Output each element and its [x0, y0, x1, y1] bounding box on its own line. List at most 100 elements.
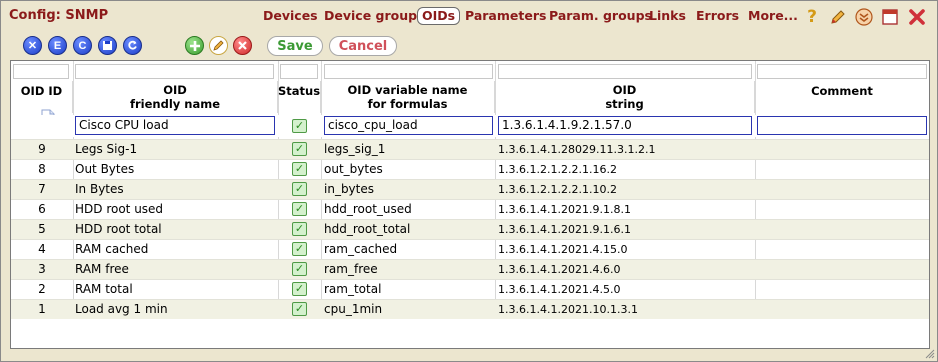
cell-oid-id: 1	[38, 302, 46, 316]
cell-friendly-name: HDD root used	[75, 202, 164, 216]
status-checkbox[interactable]: ✓	[292, 262, 307, 276]
cell-oid-string: 1.3.6.1.4.1.2021.9.1.6.1	[498, 223, 631, 236]
status-checkbox[interactable]: ✓	[292, 222, 307, 236]
cell-friendly-name: RAM total	[75, 282, 133, 296]
cell-oid-string: 1.3.6.1.2.1.2.2.1.16.2	[498, 163, 617, 176]
table-row[interactable]: 9 Legs Sig-1 ✓ legs_sig_1 1.3.6.1.4.1.28…	[11, 139, 929, 159]
header-comment[interactable]: Comment	[755, 81, 929, 113]
cell-friendly-name: RAM cached	[75, 242, 149, 256]
cell-variable-name: in_bytes	[324, 182, 374, 196]
variable-name-input[interactable]: cisco_cpu_load	[324, 116, 493, 135]
cell-oid-id: 5	[38, 222, 46, 236]
status-checkbox[interactable]: ✓	[292, 142, 307, 156]
cell-oid-string: 1.3.6.1.4.1.2021.9.1.8.1	[498, 203, 631, 216]
filter-status[interactable]	[280, 64, 318, 79]
table-row[interactable]: 6 HDD root used ✓ hdd_root_used 1.3.6.1.…	[11, 199, 929, 219]
refresh-button[interactable]	[123, 36, 142, 55]
status-checkbox[interactable]: ✓	[292, 162, 307, 176]
header-friendly-line1: OID	[163, 83, 187, 97]
cell-oid-id: 6	[38, 202, 46, 216]
cell-variable-name: ram_free	[324, 262, 378, 276]
header-friendly-line2: friendly name	[129, 97, 220, 111]
cell-friendly-name: RAM free	[75, 262, 129, 276]
status-checkbox[interactable]: ✓	[292, 242, 307, 256]
nav-parameters[interactable]: Parameters	[465, 8, 546, 24]
cell-friendly-name: Load avg 1 min	[75, 302, 168, 316]
table-row[interactable]: 3 RAM free ✓ ram_free 1.3.6.1.4.1.2021.4…	[11, 259, 929, 279]
maximize-icon[interactable]	[880, 7, 900, 27]
nav-devices[interactable]: Devices	[263, 8, 318, 24]
close-icon[interactable]	[907, 7, 927, 27]
header-string-line1: OID	[612, 83, 637, 97]
nav-errors[interactable]: Errors	[696, 8, 739, 24]
window-title: Config: SNMP	[9, 8, 109, 23]
collapse-icon[interactable]	[854, 7, 874, 27]
cell-friendly-name: HDD root total	[75, 222, 162, 236]
nav-oids[interactable]: OIDs	[417, 7, 461, 25]
cancel-button[interactable]: Cancel	[329, 36, 397, 56]
table-row[interactable]: 2 RAM total ✓ ram_total 1.3.6.1.4.1.2021…	[11, 279, 929, 299]
table-row[interactable]: 8 Out Bytes ✓ out_bytes 1.3.6.1.2.1.2.2.…	[11, 159, 929, 179]
help-icon[interactable]: ?	[802, 7, 822, 27]
table-row[interactable]: 1 Load avg 1 min ✓ cpu_1min 1.3.6.1.4.1.…	[11, 299, 929, 319]
filter-comment[interactable]	[757, 64, 927, 79]
pencil-icon	[213, 40, 224, 51]
expand-button[interactable]: E	[48, 36, 67, 55]
title-bar: Config: SNMP Devices Device groups OIDs …	[1, 1, 937, 31]
header-variable-name[interactable]: OID variable name for formulas	[321, 81, 495, 113]
header-oid-string[interactable]: OID string	[495, 81, 755, 113]
cell-friendly-name: In Bytes	[75, 182, 124, 196]
save-button[interactable]: Save	[267, 36, 323, 56]
cell-variable-name: hdd_root_used	[324, 202, 412, 216]
table-row[interactable]: 4 RAM cached ✓ ram_cached 1.3.6.1.4.1.20…	[11, 239, 929, 259]
cell-oid-id: 9	[38, 142, 46, 156]
add-row-button[interactable]	[185, 36, 204, 55]
nav-links[interactable]: Links	[649, 8, 686, 24]
cell-oid-string: 1.3.6.1.4.1.2021.4.15.0	[498, 243, 628, 256]
cell-variable-name: hdd_root_total	[324, 222, 411, 236]
nav-device-groups[interactable]: Device groups	[324, 8, 425, 24]
cell-friendly-name: Legs Sig-1	[75, 142, 138, 156]
pencil-icon[interactable]	[828, 7, 848, 27]
resize-grip-icon[interactable]	[925, 349, 935, 359]
save-disk-button[interactable]	[98, 36, 117, 55]
filter-oid-string[interactable]	[498, 64, 752, 79]
toolbar: ✕ E C Save Cancel	[23, 36, 423, 56]
cell-friendly-name: Out Bytes	[75, 162, 135, 176]
header-friendly-name[interactable]: OID friendly name	[73, 81, 278, 113]
delete-row-button[interactable]	[233, 36, 252, 55]
header-string-line2: string	[605, 97, 644, 111]
cell-variable-name: legs_sig_1	[324, 142, 386, 156]
cell-oid-id: 7	[38, 182, 46, 196]
oid-string-input[interactable]: 1.3.6.1.4.1.9.2.1.57.0	[498, 116, 752, 135]
nav-more[interactable]: More...	[748, 8, 798, 24]
edit-row-button[interactable]	[209, 36, 228, 55]
snmp-config-window: Config: SNMP Devices Device groups OIDs …	[0, 0, 938, 362]
table-row[interactable]: 5 HDD root total ✓ hdd_root_total 1.3.6.…	[11, 219, 929, 239]
status-checkbox[interactable]: ✓	[292, 182, 307, 196]
table-header: OID ID OID friendly name Status OID vari…	[11, 81, 929, 127]
filter-variable-name[interactable]	[324, 64, 493, 79]
filter-friendly-name[interactable]	[75, 64, 274, 79]
filter-row	[11, 61, 929, 81]
status-checkbox[interactable]: ✓	[292, 119, 307, 133]
cell-variable-name: out_bytes	[324, 162, 383, 176]
header-varname-line1: OID variable name	[347, 83, 468, 97]
collapse-button[interactable]: C	[73, 36, 92, 55]
comment-input[interactable]	[757, 116, 927, 135]
header-status[interactable]: Status	[278, 81, 321, 113]
nav-param-groups[interactable]: Param. groups	[549, 8, 652, 24]
clear-filter-button[interactable]: ✕	[23, 36, 42, 55]
friendly-name-input[interactable]: Cisco CPU load	[75, 116, 275, 135]
table-row[interactable]: 7 In Bytes ✓ in_bytes 1.3.6.1.2.1.2.2.1.…	[11, 179, 929, 199]
refresh-icon	[128, 40, 137, 50]
filter-oid-id[interactable]	[13, 64, 69, 79]
cell-oid-string: 1.3.6.1.4.1.28029.11.3.1.2.1	[498, 143, 656, 156]
status-checkbox[interactable]: ✓	[292, 282, 307, 296]
cell-oid-id: 3	[38, 262, 46, 276]
status-checkbox[interactable]: ✓	[292, 202, 307, 216]
cell-variable-name: cpu_1min	[324, 302, 383, 316]
plus-icon	[189, 40, 200, 51]
cell-oid-string: 1.3.6.1.4.1.2021.4.5.0	[498, 283, 621, 296]
status-checkbox[interactable]: ✓	[292, 302, 307, 316]
